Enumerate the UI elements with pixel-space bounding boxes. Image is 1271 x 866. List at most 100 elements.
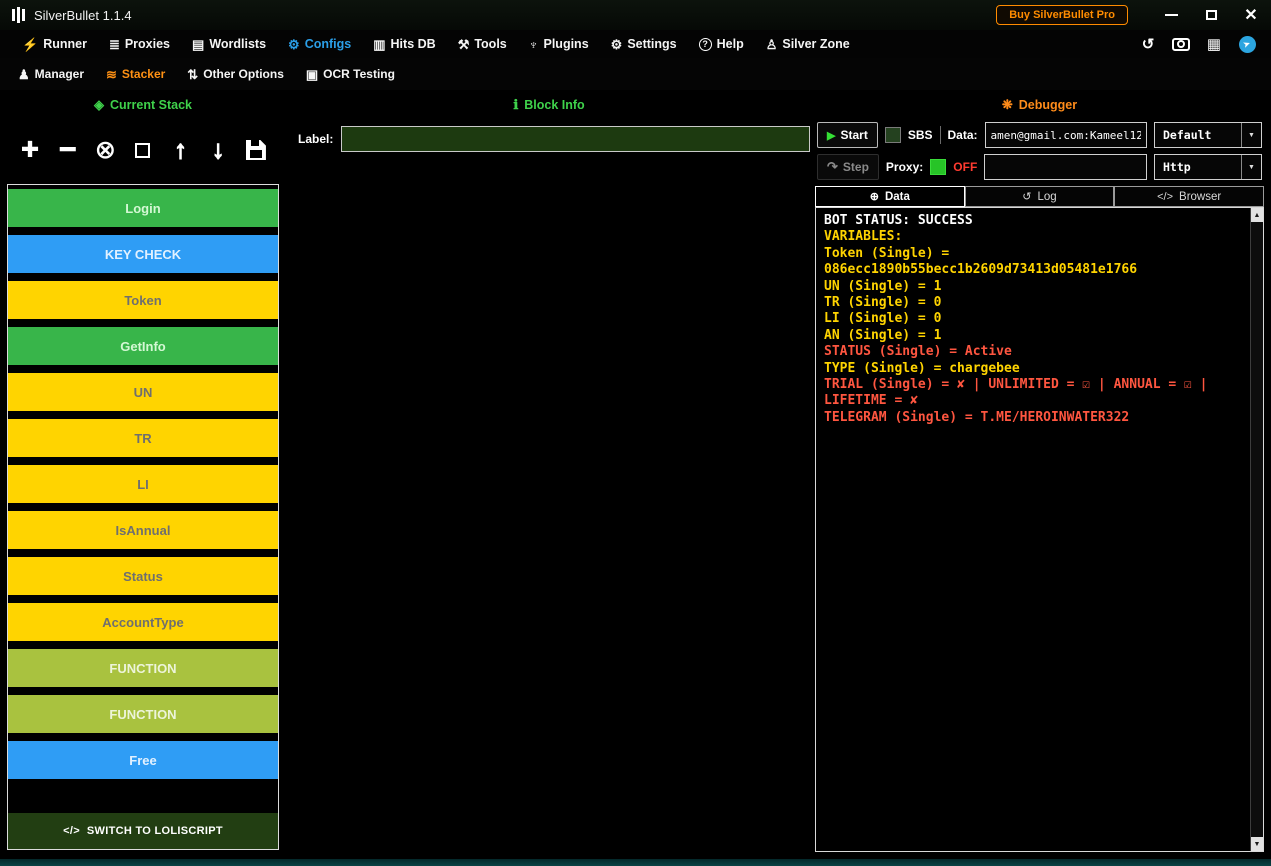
menu-item-settings[interactable]: ⚙ Settings — [603, 34, 685, 54]
switch-to-loliscript-button[interactable]: </> SWITCH TO LOLISCRIPT — [8, 813, 278, 849]
arrow-down-icon: ↓ — [212, 138, 225, 163]
menu-item-runner[interactable]: ⚡ Runner — [14, 34, 95, 54]
debugger-row-1: ▶ Start SBS Data: Default — [815, 122, 1264, 148]
stack-block[interactable]: Token — [8, 281, 278, 319]
proxy-input[interactable] — [984, 154, 1147, 180]
menu-item-label: Silver Zone — [782, 37, 849, 51]
block-label-input[interactable] — [341, 126, 810, 152]
menu-item-label: Runner — [43, 37, 87, 51]
arrow-up-icon: ↑ — [174, 138, 187, 163]
menu-item-plugins[interactable]: ♆ Plugins — [521, 34, 597, 54]
stack-block[interactable]: UN — [8, 373, 278, 411]
debugger-row-2: ↷ Step Proxy: OFF Http — [815, 154, 1264, 180]
window-bottom-edge — [0, 859, 1271, 866]
camera-icon — [1172, 38, 1190, 51]
stack-block[interactable]: TR — [8, 419, 278, 457]
telegram-button[interactable]: ➤ — [1237, 34, 1257, 54]
duplicate-block-button[interactable] — [128, 133, 158, 167]
stack-block[interactable]: Free — [8, 741, 278, 779]
stack-block[interactable]: Login — [8, 189, 278, 227]
submenu-item-other-options[interactable]: ⇅ Other Options — [179, 64, 292, 84]
screenshot-button[interactable] — [1171, 34, 1191, 54]
proxy-checkbox[interactable] — [930, 159, 946, 175]
manager-icon: ♟ — [18, 68, 30, 81]
output-line: AN (Single) = 1 — [824, 328, 1243, 344]
tab-label: Log — [1038, 191, 1057, 203]
output-scrollbar[interactable] — [1250, 208, 1263, 851]
submenu-item-stacker[interactable]: ≋ Stacker — [98, 64, 173, 84]
stack-block[interactable]: AccountType — [8, 603, 278, 641]
move-up-button[interactable]: ↑ — [166, 133, 196, 167]
remove-block-button[interactable]: − — [53, 133, 83, 167]
stack-block[interactable]: IsAnnual — [8, 511, 278, 549]
close-button[interactable] — [1243, 7, 1259, 23]
block-info-header: ℹ Block Info — [288, 94, 810, 116]
step-button[interactable]: ↷ Step — [817, 154, 879, 180]
add-block-button[interactable]: + — [15, 133, 45, 167]
stack-icon: ◈ — [94, 97, 104, 113]
proxy-label: Proxy: — [886, 160, 923, 174]
divider — [940, 126, 941, 144]
block-label-row: Label: — [288, 126, 810, 152]
debug-data-input[interactable] — [985, 122, 1147, 148]
debugger-column: ❋ Debugger ▶ Start SBS Data: Default ↷ S… — [815, 94, 1264, 852]
menu-item-configs[interactable]: ⚙ Configs — [280, 34, 359, 54]
main-area: ◈ Current Stack + − ⊗ ↑ ↓ Login KEY CHEC… — [0, 90, 1271, 859]
titlebar: SilverBullet 1.1.4 Buy SilverBullet Pro — [0, 0, 1271, 30]
scroll-down-button[interactable] — [1251, 837, 1263, 851]
stack-block[interactable]: LI — [8, 465, 278, 503]
plugins-icon: ♆ — [529, 38, 539, 51]
menu-item-hits-db[interactable]: ▥ Hits DB — [365, 34, 443, 54]
submenu-item-manager[interactable]: ♟ Manager — [10, 64, 92, 84]
start-label: Start — [840, 128, 867, 142]
move-down-button[interactable]: ↓ — [203, 133, 233, 167]
menu-item-help[interactable]: ? Help — [691, 34, 752, 54]
menu-item-tools[interactable]: ⚒ Tools — [450, 34, 515, 54]
buy-pro-button[interactable]: Buy SilverBullet Pro — [996, 5, 1128, 25]
maximize-icon — [1206, 10, 1217, 20]
globe-icon: ⊕ — [870, 190, 879, 203]
config-submenu: ♟ Manager ≋ Stacker ⇅ Other Options ▣ OC… — [0, 58, 1271, 90]
telegram-icon: ➤ — [1239, 36, 1256, 53]
menu-item-label: Help — [717, 37, 744, 51]
maximize-button[interactable] — [1203, 7, 1219, 23]
tab-browser[interactable]: </> Browser — [1114, 186, 1264, 207]
minimize-button[interactable] — [1163, 7, 1179, 23]
other-options-icon: ⇅ — [187, 68, 198, 81]
code-icon: </> — [63, 825, 80, 837]
menu-item-label: Settings — [627, 37, 676, 51]
output-line: Token (Single) = 086ecc1890b55becc1b2609… — [824, 246, 1243, 279]
menu-item-proxies[interactable]: ≣ Proxies — [101, 34, 178, 54]
stack-toolbar: + − ⊗ ↑ ↓ — [7, 122, 279, 178]
history-button[interactable]: ↺ — [1138, 34, 1158, 54]
wordlists-icon: ▤ — [192, 38, 204, 51]
stack-block[interactable]: GetInfo — [8, 327, 278, 365]
menu-item-wordlists[interactable]: ▤ Wordlists — [184, 34, 274, 54]
help-icon: ? — [699, 38, 712, 51]
submenu-item-ocr-testing[interactable]: ▣ OCR Testing — [298, 64, 403, 84]
tab-log[interactable]: ↺ Log — [965, 186, 1115, 207]
data-label: Data: — [948, 128, 978, 142]
debugger-header: ❋ Debugger — [815, 94, 1264, 116]
stack-block[interactable]: Status — [8, 557, 278, 595]
disable-block-button[interactable]: ⊗ — [90, 133, 120, 167]
stack-block[interactable]: FUNCTION — [8, 695, 278, 733]
window-controls — [1163, 7, 1259, 23]
output-line: BOT STATUS: SUCCESS — [824, 213, 1243, 229]
wordlist-type-dropdown[interactable]: Default — [1154, 122, 1262, 148]
stack-block[interactable]: FUNCTION — [8, 649, 278, 687]
save-stack-button[interactable] — [241, 133, 271, 167]
proxies-icon: ≣ — [109, 38, 120, 51]
proxy-type-dropdown[interactable]: Http — [1154, 154, 1262, 180]
image-icon: ▦ — [1207, 35, 1221, 53]
stack-block[interactable]: KEY CHECK — [8, 235, 278, 273]
media-button[interactable]: ▦ — [1204, 34, 1224, 54]
start-button[interactable]: ▶ Start — [817, 122, 878, 148]
menu-item-label: Tools — [474, 37, 506, 51]
menu-item-silver-zone[interactable]: ♙ Silver Zone — [758, 34, 858, 54]
scroll-up-button[interactable] — [1251, 208, 1263, 222]
silver-zone-icon: ♙ — [766, 38, 778, 51]
sbs-checkbox[interactable] — [885, 127, 901, 143]
tab-data[interactable]: ⊕ Data — [815, 186, 965, 207]
chevron-down-icon — [1241, 155, 1261, 179]
